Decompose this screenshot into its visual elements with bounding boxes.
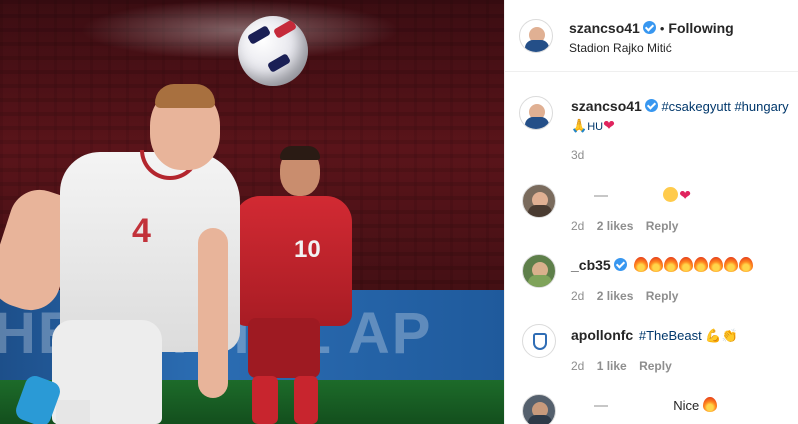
post-header-user: szancso41 • Following <box>569 20 734 36</box>
hidden-username <box>594 195 608 197</box>
caption: szancso41 #csakegyutt #hungary <box>571 98 789 114</box>
comment-likes[interactable]: 1 like <box>597 359 627 373</box>
fire-icon <box>702 397 717 412</box>
post-photo[interactable]: HE FFICIAL AP 10 4 <box>0 0 504 424</box>
fire-icon <box>664 257 679 272</box>
club-crest-icon <box>533 333 547 350</box>
reply-button[interactable]: Reply <box>646 289 679 303</box>
comment-age[interactable]: 2d <box>571 359 584 373</box>
comment-avatar[interactable] <box>522 184 556 218</box>
caption-username[interactable]: szancso41 <box>571 98 642 114</box>
comment-body: ❤ <box>594 187 691 204</box>
red-player-number: 10 <box>294 236 321 263</box>
heart-icon: ❤ <box>679 187 691 203</box>
caption-tail: HU <box>587 121 604 133</box>
football <box>238 16 308 86</box>
author-avatar[interactable] <box>519 19 553 53</box>
comment-likes[interactable]: 2 likes <box>597 219 634 233</box>
caption-age[interactable]: 3d <box>571 148 584 162</box>
white-player-arm <box>198 228 228 398</box>
heart-icon: ❤ <box>603 117 615 133</box>
author-username[interactable]: szancso41 <box>569 20 640 36</box>
comment-hashtag[interactable]: #TheBeast <box>639 328 702 343</box>
comment-meta: 2d 2 likes Reply <box>571 219 678 233</box>
clapping-hands-icon: 👏 <box>721 328 738 343</box>
reply-button[interactable]: Reply <box>639 359 672 373</box>
caption-hashtags[interactable]: #csakegyutt #hungary <box>661 99 788 114</box>
flexed-biceps-icon: 💪 <box>705 328 722 343</box>
comment-avatar[interactable] <box>522 254 556 288</box>
comment-avatar[interactable] <box>522 394 556 424</box>
fire-icon <box>679 257 694 272</box>
comment-username[interactable]: _cb35 <box>571 257 611 273</box>
red-player-hair <box>280 146 320 160</box>
comment-age[interactable]: 2d <box>571 219 584 233</box>
fire-icon <box>709 257 724 272</box>
fire-icon <box>739 257 754 272</box>
white-player-number: 4 <box>132 212 151 250</box>
verified-icon <box>644 99 658 112</box>
white-player-hair <box>155 84 215 108</box>
comment-meta: 2d 2 likes Reply <box>571 289 678 303</box>
red-player-leg <box>294 376 318 424</box>
comment-username[interactable]: apollonfc <box>571 327 633 343</box>
comment-meta: 2d 1 like Reply <box>571 359 672 373</box>
praying-hands-icon: 🙏 <box>571 118 588 133</box>
fire-icon <box>649 257 664 272</box>
red-player-shirt <box>234 196 352 326</box>
comment-body: Nice <box>594 397 718 413</box>
fire-icon <box>694 257 709 272</box>
red-player-shorts <box>248 318 320 378</box>
location-link[interactable]: Stadion Rajko Mitić <box>569 41 672 55</box>
caption-line-2: 🙏HU❤ <box>571 117 615 134</box>
caption-avatar[interactable] <box>519 96 553 130</box>
comment-likes[interactable]: 2 likes <box>597 289 634 303</box>
reply-button[interactable]: Reply <box>646 219 679 233</box>
white-player-leg <box>56 400 90 424</box>
hidden-username <box>594 405 608 407</box>
comment-body: apollonfc #TheBeast 💪👏 <box>571 327 738 344</box>
comment-age[interactable]: 2d <box>571 289 584 303</box>
comment-text: Nice <box>673 398 700 413</box>
separator-dot: • <box>659 21 665 36</box>
fire-icon <box>634 257 649 272</box>
fire-emoji-row <box>634 257 754 273</box>
verified-icon <box>642 21 656 34</box>
comment-avatar[interactable] <box>522 324 556 358</box>
post-viewer: HE FFICIAL AP 10 4 szancso41 •Following S… <box>0 0 798 424</box>
fire-icon <box>724 257 739 272</box>
red-player-leg <box>252 376 278 424</box>
comment-body: _cb35 <box>571 257 754 273</box>
smiling-face-icon <box>663 187 679 202</box>
following-button[interactable]: Following <box>668 20 733 36</box>
verified-icon <box>613 258 627 271</box>
